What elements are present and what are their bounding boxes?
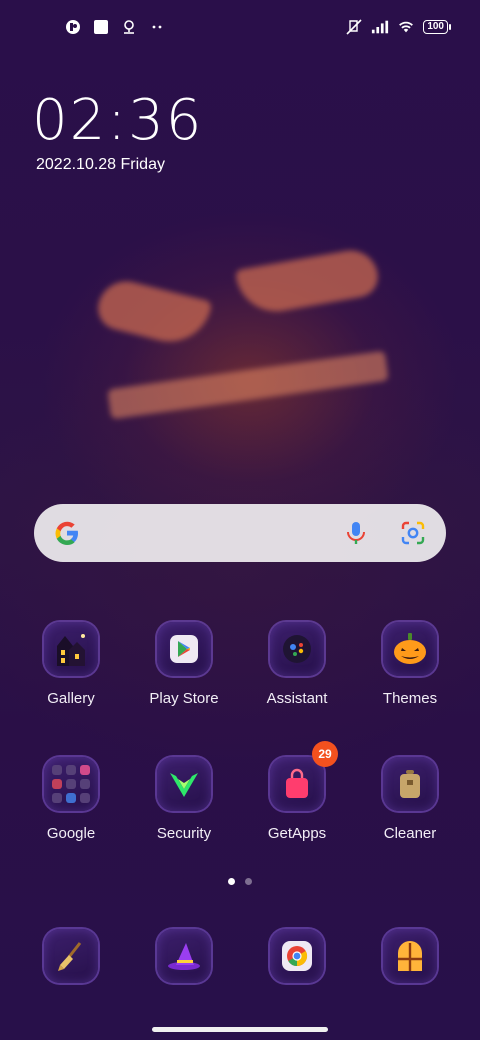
clock-time[interactable]: 02:36 [32,88,203,153]
home-indicator[interactable] [152,1027,328,1032]
more-dots-icon [148,18,166,36]
page-dot-active [228,878,235,885]
app-label: Themes [382,690,438,707]
broom-icon [44,929,98,983]
security-shield-icon [157,757,211,811]
app-assistant[interactable]: Assistant [247,622,347,707]
microphone-icon[interactable] [344,520,368,551]
status-bar: 100 [0,14,480,42]
dock-app-window[interactable] [360,929,460,983]
google-logo-icon [52,518,82,553]
app-security[interactable]: Security [134,757,234,842]
shopping-bag-icon: 29 [270,741,338,811]
app-label: Play Store [149,690,219,707]
app-google-folder[interactable]: Google [21,757,121,842]
app-label: Assistant [266,690,328,707]
signal-icon [371,18,389,36]
dock-app-broom[interactable] [21,929,121,983]
haunted-house-icon [44,622,98,676]
assistant-icon [270,622,324,676]
app-notification-icon [64,18,82,36]
play-store-icon [157,622,211,676]
folder-grid-icon [44,757,98,811]
page-indicator [228,878,252,885]
app-cleaner[interactable]: Cleaner [360,757,460,842]
witch-hat-icon [157,929,211,983]
app-label: Security [156,825,212,842]
chrome-icon [270,929,324,983]
pumpkin-right-eye [234,246,382,318]
google-search-bar[interactable] [34,504,446,562]
page-dot [245,878,252,885]
battery-icon: 100 [423,20,451,34]
lens-camera-icon[interactable] [400,520,426,551]
clock-date[interactable]: 2022.10.28 Friday [36,156,165,174]
pumpkin-mouth [107,350,389,420]
square-notification-icon [92,18,110,36]
app-label: Google [46,825,96,842]
app-play-store[interactable]: Play Store [134,622,234,707]
notification-badge: 29 [312,741,338,767]
location-pin-icon [120,18,138,36]
window-icon [383,929,437,983]
wifi-icon [397,18,415,36]
app-themes[interactable]: Themes [360,622,460,707]
dock-app-chrome[interactable] [247,929,347,983]
app-gallery[interactable]: Gallery [21,622,121,707]
app-getapps[interactable]: 29 GetApps [247,741,347,842]
mute-icon [345,18,363,36]
app-label: Cleaner [383,825,437,842]
pumpkin-left-eye [93,275,213,351]
pumpkin-icon [383,622,437,676]
app-label: GetApps [267,825,327,842]
app-label: Gallery [47,690,95,707]
trash-can-icon [383,757,437,811]
dock-app-witch-hat[interactable] [134,929,234,983]
